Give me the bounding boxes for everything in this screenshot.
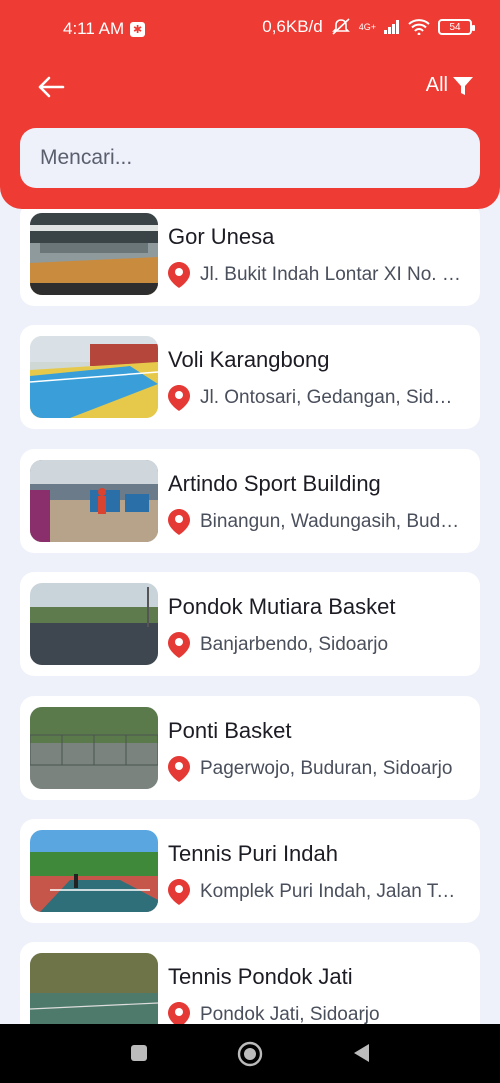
venue-thumbnail: [30, 707, 158, 789]
venue-address-row: Komplek Puri Indah, Jalan Taman: [168, 879, 468, 905]
filter-button[interactable]: All: [426, 74, 474, 97]
venue-card-tennis-puri-indah[interactable]: Tennis Puri Indah Komplek Puri Indah, Ja…: [20, 819, 480, 923]
venue-address: Pondok Jati, Sidoarjo: [200, 1004, 380, 1024]
location-pin-icon: [168, 385, 190, 411]
network-type: 4G+: [358, 22, 376, 32]
battery-level: 54: [449, 21, 461, 33]
venue-thumbnail: [30, 830, 158, 912]
venue-card-voli-karangbong[interactable]: Voli Karangbong Jl. Ontosari, Gedangan, …: [20, 325, 480, 429]
venue-thumbnail: [30, 213, 158, 295]
venue-name: Tennis Puri Indah: [168, 841, 338, 866]
venue-address: Pagerwojo, Buduran, Sidoarjo: [200, 758, 453, 779]
arrow-left-icon: [38, 76, 65, 98]
venue-address-row: Binangun, Wadungasih, Buduran: [168, 509, 468, 535]
status-time-group: 4:11 AM ✱: [63, 19, 146, 39]
venue-address: Komplek Puri Indah, Jalan Taman: [200, 881, 462, 902]
system-nav-bar: [0, 1024, 500, 1083]
location-pin-icon: [168, 756, 190, 782]
back-button[interactable]: [36, 72, 66, 102]
venue-address: Binangun, Wadungasih, Buduran: [200, 511, 462, 532]
venue-address-row: Pagerwojo, Buduran, Sidoarjo: [168, 756, 468, 782]
signal-icon: [384, 20, 399, 34]
recent-apps-button[interactable]: [130, 1044, 148, 1067]
status-time: 4:11 AM: [63, 19, 125, 38]
search-input[interactable]: [20, 128, 480, 188]
circle-icon: [237, 1041, 263, 1067]
location-pin-icon: [168, 632, 190, 658]
venue-thumbnail: [30, 583, 158, 665]
location-pin-icon: [168, 1002, 190, 1024]
venue-card-artindo-sport-building[interactable]: Artindo Sport Building Binangun, Wadunga…: [20, 449, 480, 553]
venue-name: Gor Unesa: [168, 224, 275, 249]
venue-address: Banjarbendo, Sidoarjo: [200, 634, 389, 655]
location-pin-icon: [168, 879, 190, 905]
back-nav-button[interactable]: [352, 1043, 370, 1068]
mute-icon: [331, 18, 350, 35]
venue-thumbnail: [30, 460, 158, 542]
battery-icon: 54: [438, 19, 475, 35]
venue-name: Pondok Mutiara Basket: [168, 594, 396, 619]
venue-address-row: Jl. Ontosari, Gedangan, Sidoarjo: [168, 385, 468, 411]
filter-label: All: [425, 74, 448, 96]
home-button[interactable]: [237, 1041, 263, 1072]
venue-name: Ponti Basket: [168, 718, 292, 743]
venue-thumbnail: [30, 336, 158, 418]
status-bar: 4:11 AM ✱ 0,6KB/d 4G+ 54: [0, 0, 500, 58]
venue-address: Jl. Bukit Indah Lontar XI No. 1, Surabay…: [200, 264, 462, 285]
venue-card-tennis-pondok-jati[interactable]: Tennis Pondok Jati Pondok Jati, Sidoarjo: [20, 942, 480, 1024]
venue-name: Voli Karangbong: [168, 347, 330, 372]
venue-address: Jl. Ontosari, Gedangan, Sidoarjo: [200, 387, 462, 408]
venue-card-ponti-basket[interactable]: Ponti Basket Pagerwojo, Buduran, Sidoarj…: [20, 696, 480, 800]
venue-thumbnail: [30, 953, 158, 1024]
triangle-back-icon: [354, 1044, 369, 1062]
square-icon: [131, 1045, 147, 1061]
venue-card-pondok-mutiara-basket[interactable]: Pondok Mutiara Basket Banjarbendo, Sidoa…: [20, 572, 480, 676]
gear-icon: ✱: [130, 21, 146, 37]
network-speed: 0,6KB/d: [262, 17, 323, 36]
location-pin-icon: [168, 262, 190, 288]
filter-icon: [453, 76, 473, 95]
venue-card-gor-unesa[interactable]: Gor Unesa Jl. Bukit Indah Lontar XI No. …: [20, 202, 480, 306]
venue-address-row: Pondok Jati, Sidoarjo: [168, 1002, 468, 1024]
venue-address-row: Banjarbendo, Sidoarjo: [168, 632, 468, 658]
wifi-icon: [408, 19, 430, 35]
venue-name: Tennis Pondok Jati: [168, 964, 353, 989]
venue-address-row: Jl. Bukit Indah Lontar XI No. 1, Surabay…: [168, 262, 468, 288]
location-pin-icon: [168, 509, 190, 535]
status-indicators: 0,6KB/d 4G+ 54: [262, 17, 475, 37]
venue-name: Artindo Sport Building: [168, 471, 381, 496]
app-header: 4:11 AM ✱ 0,6KB/d 4G+ 54 All: [0, 0, 500, 209]
